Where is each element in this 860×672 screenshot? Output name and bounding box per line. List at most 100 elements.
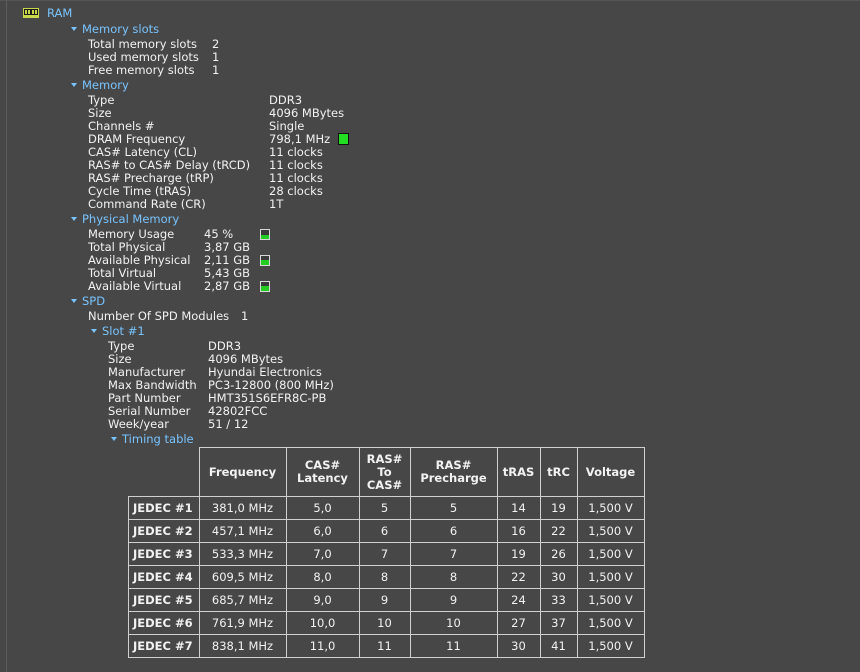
table-cell: 11: [358, 634, 411, 658]
item-value-text: 45 %: [204, 227, 234, 241]
item-value-text: 1: [212, 63, 220, 77]
section-physical-memory-label: Physical Memory: [82, 212, 180, 226]
timing-table-header-row: Frequency CAS# Latency RAS# To CAS# RAS# Precha…: [128, 447, 645, 497]
row-header-cell: JEDEC #6: [128, 611, 200, 635]
header-line: Latency: [297, 471, 348, 485]
header-line: To: [377, 464, 392, 479]
item-value-text: 2,87 GB: [204, 279, 251, 293]
tree-root-ram[interactable]: RAM: [47, 7, 72, 20]
table-cell: 27: [496, 611, 541, 635]
section-slot-1[interactable]: Slot #1: [91, 325, 145, 338]
table-cell: 9,0: [285, 588, 360, 612]
table-row: JEDEC #1 381,0 MHz 5,0 5 5 14 19 1,500 V: [128, 496, 645, 520]
list-item: Free memory slots 1: [88, 64, 388, 77]
table-cell: 11: [409, 634, 498, 658]
item-value-text: 2,11 GB: [204, 253, 251, 267]
table-cell: 5: [358, 496, 411, 520]
section-memory-slots[interactable]: Memory slots: [71, 23, 159, 36]
collapse-arrow-icon[interactable]: [71, 217, 77, 221]
table-cell: 1,500 V: [576, 611, 645, 635]
section-spd[interactable]: SPD: [71, 295, 105, 308]
table-cell: 5,0: [285, 496, 360, 520]
list-item: Available Virtual 2,87 GB: [88, 280, 388, 293]
usage-bar-icon: [260, 281, 270, 292]
table-cell: 11,0: [285, 634, 360, 658]
usage-bar-fill: [261, 260, 269, 265]
ram-module-icon: [23, 8, 39, 18]
table-cell: 457,1 MHz: [198, 519, 287, 543]
collapse-arrow-icon[interactable]: [71, 27, 77, 31]
table-cell: 838,1 MHz: [198, 634, 287, 658]
item-value: 1: [212, 64, 219, 77]
table-cell: 7,0: [285, 542, 360, 566]
usage-bar-fill: [261, 234, 269, 239]
item-value: 51 / 12: [208, 418, 248, 431]
item-value-text: 3,87 GB: [204, 240, 251, 254]
item-value-text: 28 clocks: [269, 184, 323, 198]
timing-col-header: RAS# Precharge: [409, 447, 498, 497]
timing-table-body: JEDEC #1 381,0 MHz 5,0 5 5 14 19 1,500 V JEDEC #…: [128, 496, 645, 658]
row-header-cell: JEDEC #7: [128, 634, 200, 658]
item-value: 1T: [269, 198, 283, 211]
section-memory[interactable]: Memory: [71, 79, 129, 92]
header-line: tRC: [547, 464, 570, 479]
item-value-text: 2: [212, 37, 220, 51]
table-cell: 8: [358, 565, 411, 589]
table-cell: 6,0: [285, 519, 360, 543]
header-line: Voltage: [585, 464, 636, 479]
section-timing-table-label: Timing table: [122, 432, 194, 446]
table-row: JEDEC #7 838,1 MHz 11,0 11 11 30 41 1,500 V: [128, 634, 645, 658]
item-value-text: 11 clocks: [269, 145, 323, 159]
table-cell: 7: [409, 542, 498, 566]
item-value-text: 5,43 GB: [204, 266, 251, 280]
table-cell: 33: [539, 588, 578, 612]
timing-col-header: CAS# Latency: [285, 447, 360, 497]
item-value-text: 42802FCC: [208, 404, 268, 418]
spd-modules-row: Number Of SPD Modules 1: [88, 310, 288, 323]
item-value-text: 798,1 MHz: [269, 132, 331, 146]
timing-col-header: Voltage: [576, 447, 645, 497]
row-header-cell: JEDEC #5: [128, 588, 200, 612]
collapse-arrow-icon[interactable]: [71, 83, 77, 87]
timing-col-header: tRAS: [496, 447, 541, 497]
spd-modules-label: Number Of SPD Modules: [88, 309, 230, 323]
item-value-text: 11 clocks: [269, 158, 323, 172]
tree-panel-border: [6, 0, 7, 672]
section-physical-memory[interactable]: Physical Memory: [71, 213, 179, 226]
table-cell: 1,500 V: [576, 496, 645, 520]
table-cell: 761,9 MHz: [198, 611, 287, 635]
item-value-text: Hyundai Electronics: [208, 365, 322, 379]
usage-bar-fill: [261, 286, 269, 291]
header-line: RAS#: [366, 451, 403, 466]
collapse-arrow-icon[interactable]: [91, 329, 97, 333]
header-line: CAS#: [366, 477, 403, 492]
table-cell: 41: [539, 634, 578, 658]
table-row: JEDEC #5 685,7 MHz 9,0 9 9 24 33 1,500 V: [128, 588, 645, 612]
timing-table: Frequency CAS# Latency RAS# To CAS# RAS# Precha…: [128, 447, 645, 658]
item-value-text: 51 / 12: [208, 417, 249, 431]
table-cell: 9: [358, 588, 411, 612]
table-row: JEDEC #3 533,3 MHz 7,0 7 7 19 26 1,500 V: [128, 542, 645, 566]
item-value-text: 1T: [269, 197, 284, 211]
timing-col-header: Frequency: [198, 447, 287, 497]
table-cell: 609,5 MHz: [198, 565, 287, 589]
table-cell: 10: [409, 611, 498, 635]
usage-bar-icon: [260, 229, 270, 240]
timing-col-header: tRC: [539, 447, 578, 497]
table-cell: 10: [358, 611, 411, 635]
table-cell: 7: [358, 542, 411, 566]
item-label: Available Virtual: [88, 279, 182, 293]
table-row: JEDEC #6 761,9 MHz 10,0 10 10 27 37 1,500 V: [128, 611, 645, 635]
collapse-arrow-icon[interactable]: [111, 437, 117, 441]
table-cell: 30: [496, 634, 541, 658]
section-timing-table[interactable]: Timing table: [111, 433, 194, 446]
section-memory-label: Memory: [82, 78, 129, 92]
table-cell: 1,500 V: [576, 565, 645, 589]
list-item: Command Rate (CR) 1T: [88, 198, 388, 211]
table-cell: 1,500 V: [576, 519, 645, 543]
table-cell: 30: [539, 565, 578, 589]
collapse-arrow-icon[interactable]: [71, 299, 77, 303]
table-cell: 37: [539, 611, 578, 635]
section-spd-label: SPD: [82, 294, 106, 308]
table-cell: 10,0: [285, 611, 360, 635]
